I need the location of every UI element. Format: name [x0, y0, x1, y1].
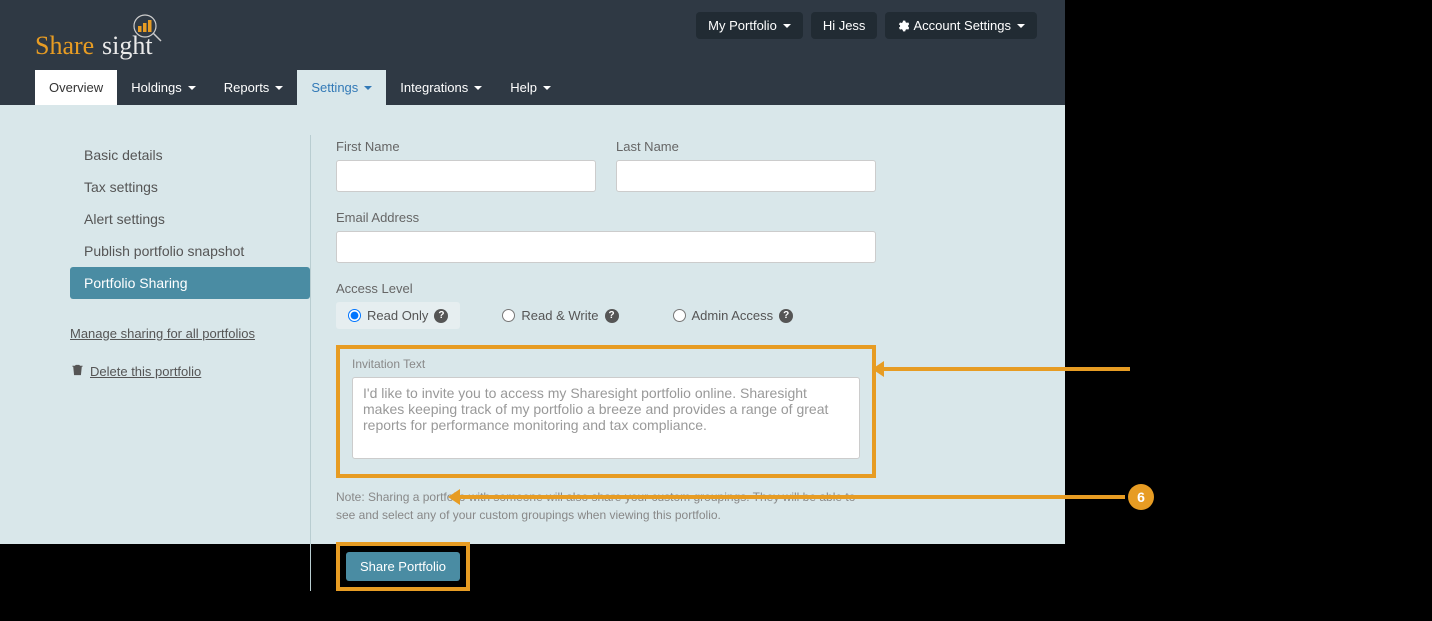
access-read-write[interactable]: Read & Write ?	[490, 302, 630, 329]
invitation-label: Invitation Text	[352, 357, 860, 371]
sharing-note: Note: Sharing a portfolio with someone w…	[336, 488, 856, 524]
trash-icon	[70, 363, 84, 379]
sidebar-item-basic[interactable]: Basic details	[70, 139, 310, 171]
email-label: Email Address	[336, 210, 876, 225]
last-name-label: Last Name	[616, 139, 876, 154]
share-portfolio-button[interactable]: Share Portfolio	[346, 552, 460, 581]
account-settings-dropdown[interactable]: Account Settings	[885, 12, 1037, 39]
tab-help[interactable]: Help	[496, 70, 565, 105]
tab-label: Overview	[49, 80, 103, 95]
access-admin-radio[interactable]	[673, 309, 686, 322]
main-tabs: Overview Holdings Reports Settings Integ…	[35, 70, 565, 105]
invitation-box: Invitation Text	[336, 345, 876, 478]
my-portfolio-label: My Portfolio	[708, 18, 777, 33]
tab-integrations[interactable]: Integrations	[386, 70, 496, 105]
invitation-textarea[interactable]	[352, 377, 860, 459]
top-nav: My Portfolio Hi Jess Account Settings	[696, 12, 1037, 39]
access-admin[interactable]: Admin Access ?	[661, 302, 806, 329]
access-rw-radio[interactable]	[502, 309, 515, 322]
tab-label: Help	[510, 80, 537, 95]
sidebar-item-tax[interactable]: Tax settings	[70, 171, 310, 203]
help-icon[interactable]: ?	[605, 309, 619, 323]
access-level-label: Access Level	[336, 281, 876, 296]
first-name-input[interactable]	[336, 160, 596, 192]
first-name-label: First Name	[336, 139, 596, 154]
tab-label: Holdings	[131, 80, 182, 95]
caret-down-icon	[474, 86, 482, 90]
help-icon[interactable]: ?	[779, 309, 793, 323]
sidebar-item-sharing[interactable]: Portfolio Sharing	[70, 267, 310, 299]
tab-label: Integrations	[400, 80, 468, 95]
settings-sidebar: Basic details Tax settings Alert setting…	[70, 125, 310, 591]
caret-down-icon	[783, 24, 791, 28]
greeting-button[interactable]: Hi Jess	[811, 12, 878, 39]
manage-sharing-link[interactable]: Manage sharing for all portfolios	[70, 326, 255, 341]
annotation-arrow-invitation	[884, 367, 1130, 371]
header: Share sight My Portfolio Hi Jess Account…	[0, 0, 1065, 105]
caret-down-icon	[188, 86, 196, 90]
caret-down-icon	[364, 86, 372, 90]
manage-sharing-link-row: Manage sharing for all portfolios	[70, 317, 310, 349]
logo: Share sight	[35, 12, 165, 65]
share-button-highlight: Share Portfolio	[336, 542, 470, 591]
tab-holdings[interactable]: Holdings	[117, 70, 210, 105]
tab-label: Settings	[311, 80, 358, 95]
last-name-input[interactable]	[616, 160, 876, 192]
vertical-divider	[310, 135, 311, 591]
help-icon[interactable]: ?	[434, 309, 448, 323]
sidebar-item-alert[interactable]: Alert settings	[70, 203, 310, 235]
email-input[interactable]	[336, 231, 876, 263]
account-settings-label: Account Settings	[913, 18, 1011, 33]
tab-overview[interactable]: Overview	[35, 70, 117, 105]
tab-reports[interactable]: Reports	[210, 70, 298, 105]
annotation-step-number: 6	[1128, 484, 1154, 510]
my-portfolio-dropdown[interactable]: My Portfolio	[696, 12, 803, 39]
caret-down-icon	[543, 86, 551, 90]
tab-settings[interactable]: Settings	[297, 70, 386, 105]
caret-down-icon	[1017, 24, 1025, 28]
delete-portfolio-row: Delete this portfolio	[70, 355, 310, 387]
annotation-arrow-share	[460, 495, 1125, 499]
caret-down-icon	[275, 86, 283, 90]
sharing-form: First Name Last Name Email Address Acces…	[336, 125, 876, 591]
gear-icon	[897, 20, 909, 32]
access-rw-label: Read & Write	[521, 308, 598, 323]
svg-text:Share: Share	[35, 31, 94, 60]
delete-portfolio-link[interactable]: Delete this portfolio	[90, 364, 201, 379]
access-read-radio[interactable]	[348, 309, 361, 322]
access-admin-label: Admin Access	[692, 308, 774, 323]
access-read-only[interactable]: Read Only ?	[336, 302, 460, 329]
sidebar-item-publish[interactable]: Publish portfolio snapshot	[70, 235, 310, 267]
greeting-label: Hi Jess	[823, 18, 866, 33]
tab-label: Reports	[224, 80, 270, 95]
access-read-label: Read Only	[367, 308, 428, 323]
svg-text:sight: sight	[102, 31, 153, 60]
